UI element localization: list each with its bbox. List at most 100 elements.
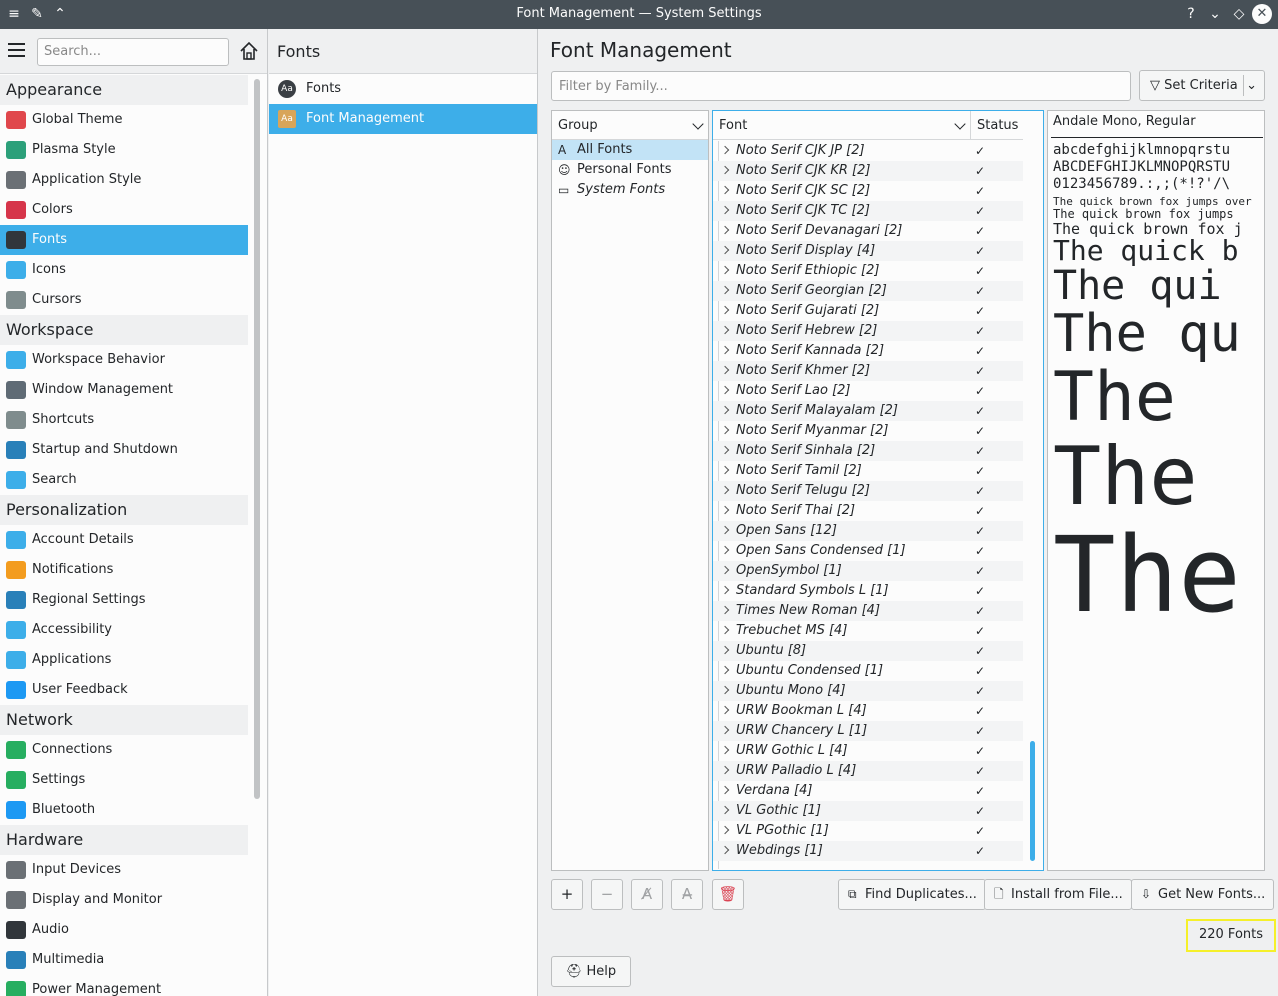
expand-arrow-icon[interactable] — [720, 145, 730, 155]
group-header[interactable]: Group — [552, 111, 708, 140]
expand-arrow-icon[interactable] — [720, 245, 730, 255]
font-row[interactable]: Verdana [4] ✓ — [713, 781, 1023, 801]
font-row[interactable]: Open Sans [12] ✓ — [713, 521, 1023, 541]
sidebar-item-window-management[interactable]: Window Management — [0, 375, 248, 405]
sidebar-scrollbar[interactable] — [254, 79, 260, 799]
font-row[interactable]: URW Palladio L [4] ✓ — [713, 761, 1023, 781]
expand-arrow-icon[interactable] — [720, 565, 730, 575]
font-row[interactable]: Noto Serif CJK TC [2] ✓ — [713, 201, 1023, 221]
font-row[interactable]: Noto Serif Myanmar [2] ✓ — [713, 421, 1023, 441]
font-row[interactable]: Noto Serif Hebrew [2] ✓ — [713, 321, 1023, 341]
expand-arrow-icon[interactable] — [720, 845, 730, 855]
expand-arrow-icon[interactable] — [720, 685, 730, 695]
sidebar-item-cursors[interactable]: Cursors — [0, 285, 248, 315]
hamburger-menu-icon[interactable] — [8, 43, 25, 57]
sidebar-item-regional-settings[interactable]: Regional Settings — [0, 585, 248, 615]
home-icon[interactable] — [238, 40, 260, 62]
expand-arrow-icon[interactable] — [720, 765, 730, 775]
expand-arrow-icon[interactable] — [720, 385, 730, 395]
sidebar-item-input-devices[interactable]: Input Devices — [0, 855, 248, 885]
sidebar-item-bluetooth[interactable]: Bluetooth — [0, 795, 248, 825]
font-row[interactable]: Noto Serif Kannada [2] ✓ — [713, 341, 1023, 361]
sidebar-item-workspace-behavior[interactable]: Workspace Behavior — [0, 345, 248, 375]
font-list-scrollbar[interactable] — [1030, 741, 1035, 861]
font-row[interactable]: OpenSymbol [1] ✓ — [713, 561, 1023, 581]
maximize-icon[interactable]: ◇ — [1230, 5, 1248, 23]
status-column-header[interactable]: Status — [971, 111, 1023, 140]
set-criteria-button[interactable]: ▽ Set Criteria ⌄ — [1139, 70, 1265, 101]
expand-arrow-icon[interactable] — [720, 645, 730, 655]
sidebar-item-shortcuts[interactable]: Shortcuts — [0, 405, 248, 435]
expand-arrow-icon[interactable] — [720, 205, 730, 215]
font-row[interactable]: Noto Serif Gujarati [2] ✓ — [713, 301, 1023, 321]
group-item-all-fonts[interactable]: A All Fonts — [552, 140, 708, 160]
subcategory-item-font-management[interactable]: Aa Font Management — [269, 104, 537, 134]
expand-arrow-icon[interactable] — [720, 345, 730, 355]
find-duplicates-button[interactable]: ⧉ Find Duplicates... — [838, 879, 986, 910]
subcategory-item-fonts[interactable]: Aa Fonts — [269, 74, 537, 104]
font-row[interactable]: URW Chancery L [1] ✓ — [713, 721, 1023, 741]
sidebar-item-settings[interactable]: Settings — [0, 765, 248, 795]
delete-fonts-button[interactable]: 🗑 — [712, 879, 744, 910]
font-row[interactable]: Open Sans Condensed [1] ✓ — [713, 541, 1023, 561]
sidebar-item-icons[interactable]: Icons — [0, 255, 248, 285]
expand-arrow-icon[interactable] — [720, 505, 730, 515]
add-group-button[interactable]: + — [551, 879, 583, 910]
font-row[interactable]: Noto Serif Devanagari [2] ✓ — [713, 221, 1023, 241]
sidebar-item-applications[interactable]: Applications — [0, 645, 248, 675]
font-row[interactable]: Noto Serif Khmer [2] ✓ — [713, 361, 1023, 381]
enable-fonts-button[interactable]: A̸ — [631, 879, 663, 910]
expand-arrow-icon[interactable] — [720, 425, 730, 435]
expand-arrow-icon[interactable] — [720, 525, 730, 535]
font-row[interactable]: Noto Serif CJK SC [2] ✓ — [713, 181, 1023, 201]
expand-arrow-icon[interactable] — [720, 185, 730, 195]
font-row[interactable]: URW Gothic L [4] ✓ — [713, 741, 1023, 761]
font-row[interactable]: VL PGothic [1] ✓ — [713, 821, 1023, 841]
expand-arrow-icon[interactable] — [720, 585, 730, 595]
sidebar-item-plasma-style[interactable]: Plasma Style — [0, 135, 248, 165]
sidebar-item-multimedia[interactable]: Multimedia — [0, 945, 248, 975]
font-row[interactable]: Trebuchet MS [4] ✓ — [713, 621, 1023, 641]
sidebar-item-search[interactable]: Search — [0, 465, 248, 495]
expand-arrow-icon[interactable] — [720, 805, 730, 815]
expand-arrow-icon[interactable] — [720, 165, 730, 175]
sidebar-item-user-feedback[interactable]: User Feedback — [0, 675, 248, 705]
sidebar-item-accessibility[interactable]: Accessibility — [0, 615, 248, 645]
expand-arrow-icon[interactable] — [720, 305, 730, 315]
sidebar-item-fonts[interactable]: Fonts — [0, 225, 248, 255]
get-new-fonts-button[interactable]: ⇩ Get New Fonts... — [1131, 879, 1275, 910]
chevron-down-icon[interactable] — [954, 118, 966, 130]
font-row[interactable]: URW Bookman L [4] ✓ — [713, 701, 1023, 721]
chevron-down-icon[interactable] — [692, 118, 704, 130]
expand-arrow-icon[interactable] — [720, 705, 730, 715]
sidebar-item-application-style[interactable]: Application Style — [0, 165, 248, 195]
close-icon[interactable]: ✕ — [1252, 4, 1272, 24]
sidebar-item-colors[interactable]: Colors — [0, 195, 248, 225]
remove-group-button[interactable]: − — [591, 879, 623, 910]
font-row[interactable]: Webdings [1] ✓ — [713, 841, 1023, 861]
expand-arrow-icon[interactable] — [720, 745, 730, 755]
sidebar-item-notifications[interactable]: Notifications — [0, 555, 248, 585]
expand-arrow-icon[interactable] — [720, 365, 730, 375]
font-row[interactable]: Ubuntu Mono [4] ✓ — [713, 681, 1023, 701]
font-row[interactable]: Times New Roman [4] ✓ — [713, 601, 1023, 621]
install-from-file-button[interactable]: 🗋 Install from File... — [984, 879, 1132, 910]
font-column-header[interactable]: Font — [713, 111, 971, 140]
font-row[interactable]: VL Gothic [1] ✓ — [713, 801, 1023, 821]
font-row[interactable]: Noto Serif CJK KR [2] ✓ — [713, 161, 1023, 181]
expand-arrow-icon[interactable] — [720, 485, 730, 495]
expand-arrow-icon[interactable] — [720, 265, 730, 275]
expand-arrow-icon[interactable] — [720, 785, 730, 795]
font-row[interactable]: Noto Serif Georgian [2] ✓ — [713, 281, 1023, 301]
font-row[interactable]: Ubuntu Condensed [1] ✓ — [713, 661, 1023, 681]
chevron-down-icon[interactable]: ⌄ — [1246, 71, 1257, 100]
sidebar-item-startup-and-shutdown[interactable]: Startup and Shutdown — [0, 435, 248, 465]
disable-fonts-button[interactable]: A̶ — [671, 879, 703, 910]
sidebar-item-account-details[interactable]: Account Details — [0, 525, 248, 555]
sidebar-item-audio[interactable]: Audio — [0, 915, 248, 945]
help-icon[interactable]: ? — [1182, 5, 1200, 23]
expand-arrow-icon[interactable] — [720, 225, 730, 235]
font-row[interactable]: Noto Serif CJK JP [2] ✓ — [713, 141, 1023, 161]
font-row[interactable]: Noto Serif Display [4] ✓ — [713, 241, 1023, 261]
expand-arrow-icon[interactable] — [720, 725, 730, 735]
